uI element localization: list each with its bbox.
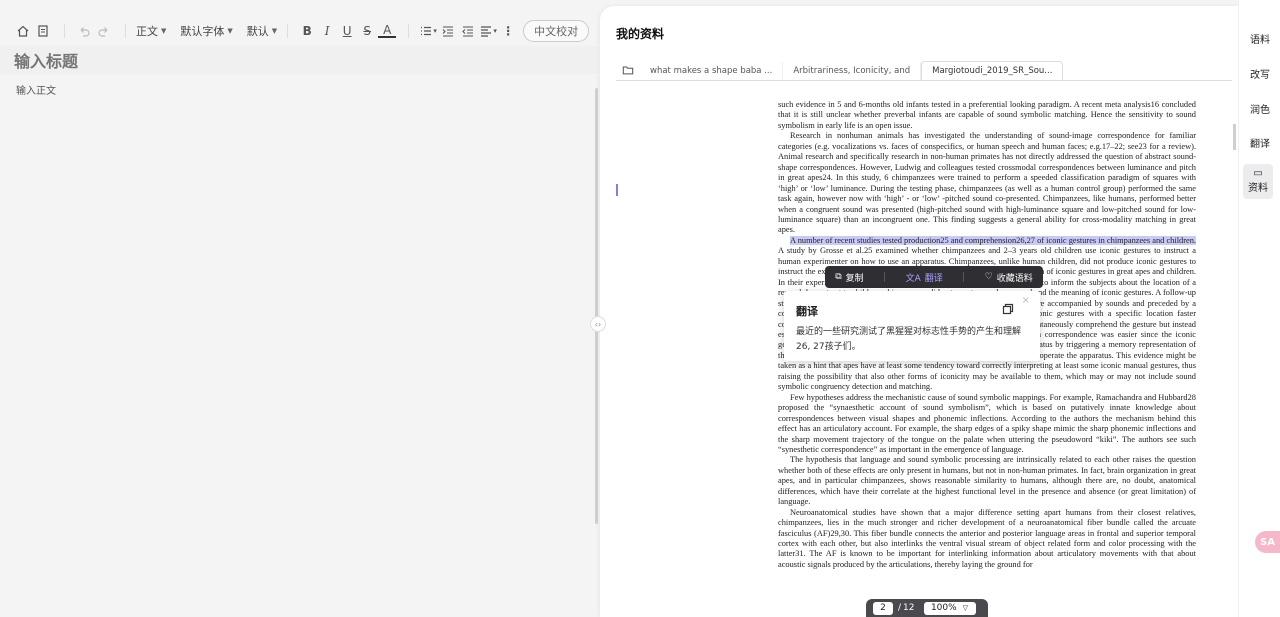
translate-label: 翻译 [924,273,943,284]
sidebar-item-polish[interactable]: 润色 [1239,101,1280,116]
page-separator: / [898,603,902,613]
total-pages: 12 [903,603,915,613]
tab-document[interactable]: what makes a shape baba ... [640,62,784,80]
strikethrough-icon[interactable]: S [358,20,376,42]
undo-icon[interactable] [75,20,93,42]
home-icon[interactable] [14,20,32,42]
font-family-dropdown[interactable]: 默认字体 ▼ [180,23,232,39]
folder-icon: ▭ [1253,168,1263,179]
copy-icon[interactable] [1002,303,1014,315]
editor-scrollbar[interactable] [595,88,598,524]
translation-popup: 翻译 × 最近的一些研究测试了黑猩猩对标志性手势的产生和理解26, 27孩子们。 [784,291,1040,361]
paragraph-style-dropdown[interactable]: 正文 ▼ [136,23,166,39]
copy-label: 复制 [845,273,864,284]
close-icon[interactable]: × [1022,295,1030,306]
translate-action[interactable]: 文A 翻译 [906,271,943,284]
selected-text[interactable]: A number of recent studies tested produc… [790,235,1196,245]
paragraph-text: Research in nonhuman animals has investi… [778,131,1196,235]
sidebar-item-materials[interactable]: ▭ 资料 [1243,164,1273,199]
tab-document[interactable]: Arbitrariness, Iconicity, and [783,62,922,80]
sidebar-item-translate[interactable]: 翻译 [1239,135,1280,150]
sidebar-item-rewrite[interactable]: 改写 [1239,66,1280,81]
more-icon[interactable]: ⋮ [499,20,517,42]
panel-scrollbar[interactable] [1233,124,1236,150]
body-input[interactable]: 输入正文 [16,82,56,97]
page-controls: 2 / 12 100% ▽ [866,599,988,617]
chevron-down-icon: ▼ [161,27,167,35]
format-toolbar: 正文 ▼ 默认字体 ▼ 默认 ▼ B I U S A ▾ ▾ ⋮ 中文校对 [0,18,600,44]
paragraph-style-value: 正文 [136,25,158,38]
pdf-paragraph[interactable]: Research in nonhuman animals has investi… [778,131,1196,236]
collect-action[interactable]: ♡ 收藏语料 [985,271,1033,284]
document-tabs: what makes a shape baba ... Arbitrarines… [616,58,1064,80]
tab-document-active[interactable]: Margiotoudi_2019_SR_Sou... [921,61,1064,80]
italic-icon[interactable]: I [318,20,336,42]
copy-action[interactable]: ⧉ 复制 [835,271,863,284]
title-input[interactable] [14,50,554,72]
page-number-input[interactable]: 2 [873,601,893,615]
copy-icon: ⧉ [835,272,842,282]
right-sidebar: 语料 改写 润色 翻译 ▭ 资料 [1238,0,1280,617]
translation-content: 最近的一些研究测试了黑猩猩对标志性手势的产生和理解26, 27孩子们。 [796,327,1022,352]
sidebar-item-corpus[interactable]: 语料 [1239,31,1280,46]
chevron-down-icon: ▽ [962,604,969,612]
paragraph-text: such evidence in 5 and 6-months old infa… [778,100,1196,130]
zoom-dropdown[interactable]: 100% ▽ [923,601,976,615]
font-color-icon[interactable]: A [378,24,397,38]
font-size-dropdown[interactable]: 默认 ▼ [247,23,277,39]
translate-icon: 文A [905,273,921,284]
chevron-left-right-icon: ‹› [594,319,602,329]
editor-pane: 正文▼ 默认字体▼ 默认▼ B I U S A ▾ ▾ ⋮ 中文校对 输入正文 [0,0,600,617]
chevron-down-icon: ▼ [227,27,233,35]
align-icon[interactable]: ▾ [479,20,497,42]
tab-divider [616,80,1232,81]
redo-icon[interactable] [95,20,113,42]
paragraph-text: The hypothesis that language and sound s… [778,455,1196,507]
folder-icon[interactable] [616,60,640,80]
outdent-icon[interactable] [459,20,477,42]
heart-icon: ♡ [984,272,993,282]
pdf-paragraph[interactable]: Neuroanatomical studies have shown that … [778,508,1196,571]
bold-icon[interactable]: B [298,20,316,42]
font-family-value: 默认字体 [180,25,225,38]
chevron-down-icon: ▼ [271,27,278,35]
zoom-value: 100% [930,603,957,613]
translation-title: 翻译 [796,305,818,318]
panel-title: 我的资料 [616,27,665,41]
collapse-panel-button[interactable]: ‹› [590,316,606,332]
selection-toolbar: ⧉ 复制 文A 翻译 ♡ 收藏语料 [825,266,1043,288]
underline-icon[interactable]: U [338,20,356,42]
assistant-avatar[interactable]: SA [1255,531,1280,553]
text-cursor [616,184,618,196]
paragraph-text: Neuroanatomical studies have shown that … [778,507,1196,569]
pdf-paragraph[interactable]: such evidence in 5 and 6-months old infa… [778,100,1196,131]
indent-icon[interactable] [439,20,457,42]
pdf-paragraph[interactable]: Few hypotheses address the mechanistic c… [778,393,1196,456]
font-size-value: 默认 [246,25,269,38]
proofread-button[interactable]: 中文校对 [523,20,590,42]
paragraph-text: Few hypotheses address the mechanistic c… [778,392,1196,454]
collect-label: 收藏语料 [996,273,1033,284]
pdf-paragraph[interactable]: The hypothesis that language and sound s… [778,455,1196,507]
ordered-list-icon[interactable]: ▾ [419,20,437,42]
sidebar-item-label: 资料 [1248,183,1268,194]
document-icon[interactable] [34,20,52,42]
